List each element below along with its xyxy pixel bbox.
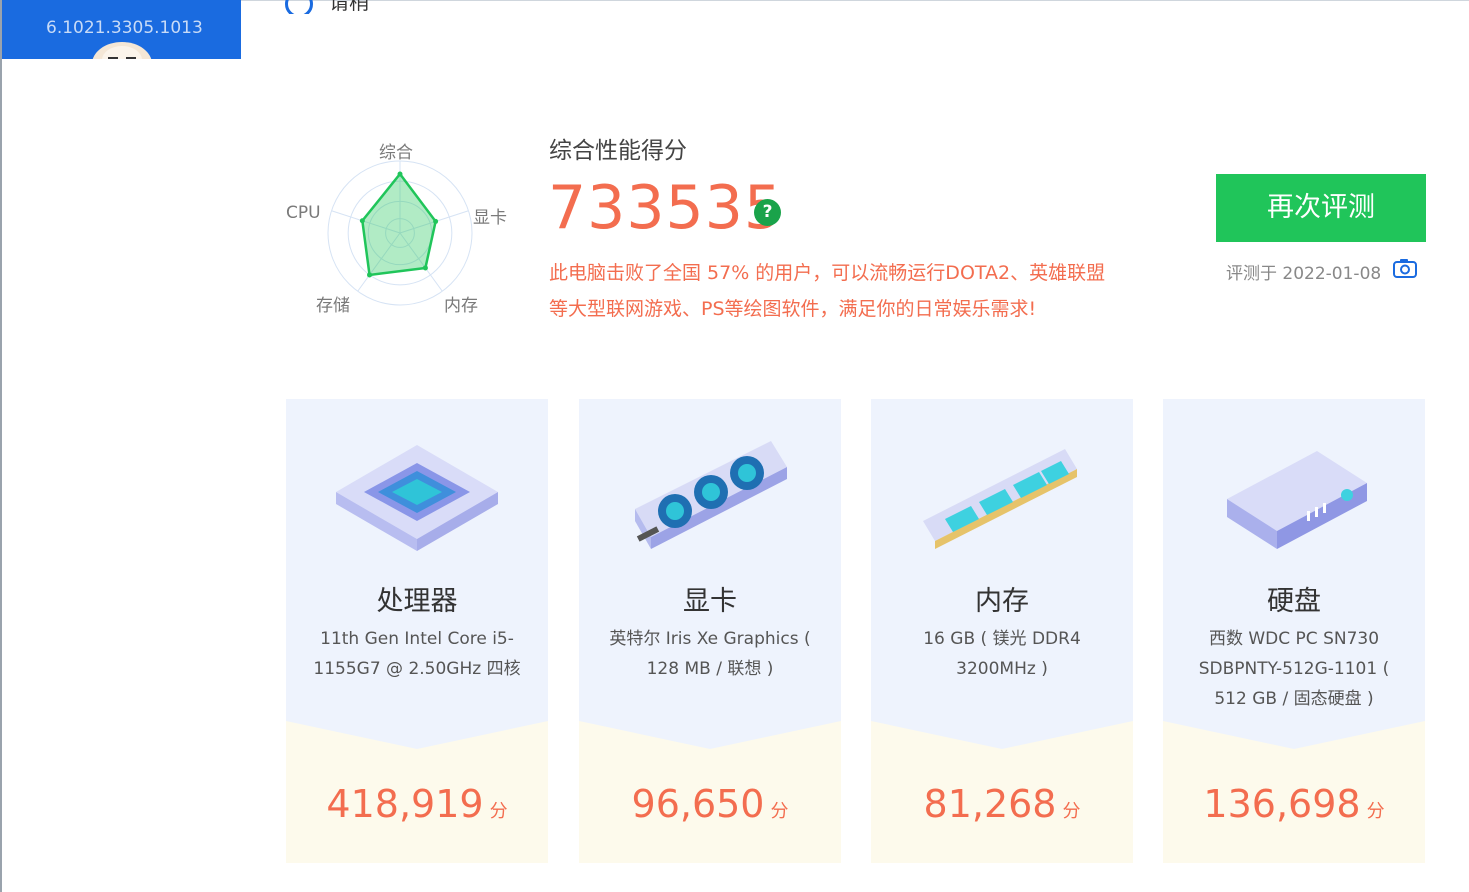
card-detail: 11th Gen Intel Core i5-1155G7 @ 2.50GHz … xyxy=(313,629,521,679)
radar-label-cpu: CPU xyxy=(286,203,321,223)
graphics-card-icon xyxy=(635,441,787,549)
window-left-edge xyxy=(0,0,2,892)
version-tab[interactable]: 6.1021.3305.1013 xyxy=(2,0,241,59)
total-score: 733535 xyxy=(548,173,784,243)
radar-point xyxy=(422,265,428,271)
card-title: 显卡 xyxy=(683,586,737,617)
radar-point xyxy=(433,218,439,224)
score-description-line-2: 等大型联网游戏、PS等绘图软件，满足你的日常娱乐需求! xyxy=(549,298,1037,320)
disk-card: 硬盘 西数 WDC PC SN730 SDBPNTY-512G-1101 ( 5… xyxy=(1163,399,1425,863)
app-title-text: 请稍 xyxy=(329,0,369,14)
card-score-value: 81,268 xyxy=(923,782,1057,826)
card-score: 418,919 分 xyxy=(286,782,548,826)
radar-label-memory: 内存 xyxy=(444,296,478,316)
card-title: 硬盘 xyxy=(1267,586,1321,617)
card-score-value: 136,698 xyxy=(1203,782,1361,826)
app-title: 请稍 xyxy=(285,0,369,14)
card-detail: 英特尔 Iris Xe Graphics ( 128 MB / 联想 ) xyxy=(609,629,811,679)
score-heading: 综合性能得分 xyxy=(549,138,687,164)
card-title: 处理器 xyxy=(376,586,458,617)
cpu-icon xyxy=(336,445,498,551)
test-date: 评测于 2022-01-08 xyxy=(1226,264,1382,284)
radar-label-storage: 存储 xyxy=(316,296,350,316)
radar-label-overall: 综合 xyxy=(379,143,413,163)
hard-drive-icon xyxy=(1227,451,1367,549)
card-score: 136,698 分 xyxy=(1163,782,1425,826)
card-score-value: 418,919 xyxy=(326,782,484,826)
radar-point xyxy=(367,272,373,278)
card-detail: 16 GB ( 镁光 DDR4 3200MHz ) xyxy=(923,629,1081,679)
card-score-unit: 分 xyxy=(770,801,789,822)
mascot-icon xyxy=(92,42,152,59)
radar-point xyxy=(359,218,365,224)
cpu-card: 处理器 11th Gen Intel Core i5-1155G7 @ 2.50… xyxy=(286,399,548,863)
card-score: 96,650 分 xyxy=(579,782,841,826)
memory-card: 内存 16 GB ( 镁光 DDR4 3200MHz ) 81,268 分 xyxy=(871,399,1133,863)
card-score-unit: 分 xyxy=(1062,801,1081,822)
radar-chart: 综合 显卡 内存 存储 CPU xyxy=(280,130,530,330)
card-score-unit: 分 xyxy=(1366,801,1385,822)
memory-stick-icon xyxy=(923,449,1077,549)
retest-button[interactable]: 再次评测 xyxy=(1216,174,1426,242)
card-score: 81,268 分 xyxy=(871,782,1133,826)
radar-point xyxy=(397,171,403,177)
gpu-card: 显卡 英特尔 Iris Xe Graphics ( 128 MB / 联想 ) … xyxy=(579,399,841,863)
card-detail: 西数 WDC PC SN730 SDBPNTY-512G-1101 ( 512 … xyxy=(1198,629,1390,709)
top-divider xyxy=(241,0,1469,1)
card-score-value: 96,650 xyxy=(631,782,765,826)
score-description-line-1: 此电脑击败了全国 57% 的用户，可以流畅运行DOTA2、英雄联盟 xyxy=(549,262,1106,284)
radar-label-gpu: 显卡 xyxy=(473,208,507,228)
score-description: 此电脑击败了全国 57% 的用户，可以流畅运行DOTA2、英雄联盟 等大型联网游… xyxy=(549,255,1189,327)
card-score-unit: 分 xyxy=(489,801,508,822)
camera-icon[interactable] xyxy=(1392,257,1418,279)
help-icon[interactable]: ? xyxy=(754,199,781,226)
app-logo-icon xyxy=(285,0,313,14)
card-title: 内存 xyxy=(975,586,1029,617)
